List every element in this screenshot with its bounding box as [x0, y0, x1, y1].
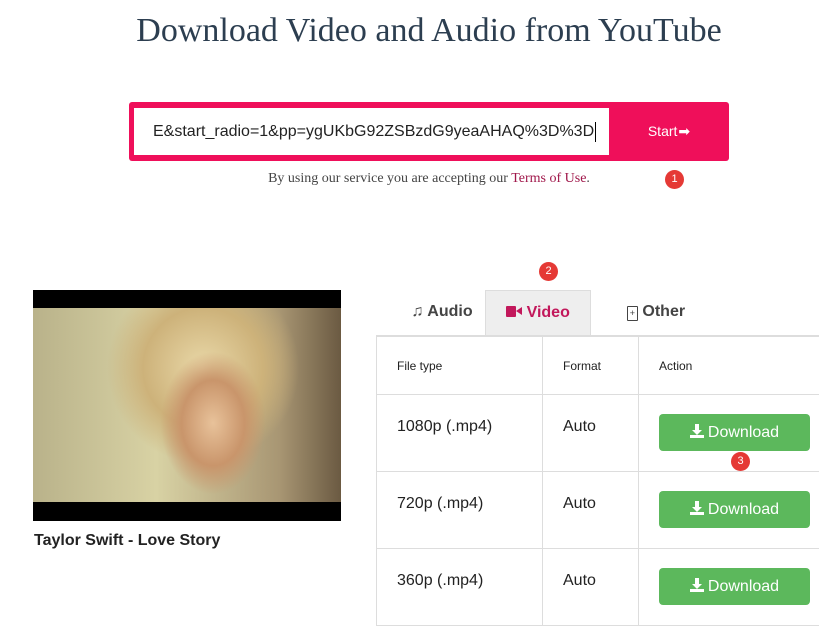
row-format: Auto: [543, 395, 639, 472]
start-button-label: Start: [648, 123, 678, 139]
download-button-label: Download: [708, 578, 779, 595]
thumbnail-image: [33, 308, 341, 502]
terms-of-use-link[interactable]: Terms of Use: [511, 171, 586, 186]
terms-notice: By using our service you are accepting o…: [0, 171, 819, 187]
tab-audio[interactable]: ♫ Audio: [394, 290, 490, 335]
video-title: Taylor Swift - Love Story: [34, 532, 220, 550]
text-caret: [595, 122, 596, 142]
page-title: Download Video and Audio from YouTube: [0, 12, 819, 50]
download-button[interactable]: Download: [659, 414, 810, 451]
download-button-label: Download: [708, 501, 779, 518]
step-badge-3: 3: [731, 452, 750, 471]
url-input[interactable]: E&start_radio=1&pp=ygUKbG92ZSBzdG9yeaAHA…: [134, 108, 609, 155]
url-input-value: E&start_radio=1&pp=ygUKbG92ZSBzdG9yeaAHA…: [153, 123, 594, 140]
row-format: Auto: [543, 472, 639, 549]
table-row: 1080p (.mp4) Auto Download: [377, 395, 819, 472]
download-icon: [690, 501, 704, 515]
step-badge-1: 1: [665, 170, 684, 189]
tab-video[interactable]: Video: [485, 290, 591, 335]
step-badge-2: 2: [539, 262, 558, 281]
download-icon: [690, 578, 704, 592]
formats-table: File type Format Action 1080p (.mp4) Aut…: [376, 336, 819, 626]
tab-audio-label: Audio: [427, 303, 472, 320]
row-action: Download: [639, 395, 819, 472]
start-button[interactable]: Start➡: [609, 102, 729, 161]
row-file-type: 1080p (.mp4): [377, 395, 543, 472]
header-file-type: File type: [377, 337, 543, 395]
download-button-label: Download: [708, 424, 779, 441]
row-file-type: 360p (.mp4): [377, 549, 543, 626]
row-format: Auto: [543, 549, 639, 626]
header-action: Action: [639, 337, 819, 395]
terms-prefix: By using our service you are accepting o…: [268, 171, 508, 186]
music-icon: ♫: [411, 303, 423, 320]
search-bar: E&start_radio=1&pp=ygUKbG92ZSBzdG9yeaAHA…: [129, 102, 729, 161]
download-button[interactable]: Download: [659, 491, 810, 528]
table-row: 720p (.mp4) Auto Download: [377, 472, 819, 549]
download-icon: [690, 424, 704, 438]
file-icon: +: [627, 306, 638, 321]
video-thumbnail[interactable]: [33, 290, 341, 521]
tab-other[interactable]: + Other: [608, 290, 704, 335]
table-header-row: File type Format Action: [377, 337, 819, 395]
row-file-type: 720p (.mp4): [377, 472, 543, 549]
table-row: 360p (.mp4) Auto Download: [377, 549, 819, 626]
header-format: Format: [543, 337, 639, 395]
row-action: Download: [639, 472, 819, 549]
arrow-right-icon: ➡: [678, 123, 690, 139]
tab-video-label: Video: [527, 304, 570, 321]
row-action: Download: [639, 549, 819, 626]
format-tabs: ♫ Audio Video + Other: [376, 290, 819, 336]
download-button[interactable]: Download: [659, 568, 810, 605]
terms-suffix: .: [586, 171, 590, 186]
video-camera-icon: [506, 306, 522, 317]
tab-other-label: Other: [642, 303, 685, 320]
